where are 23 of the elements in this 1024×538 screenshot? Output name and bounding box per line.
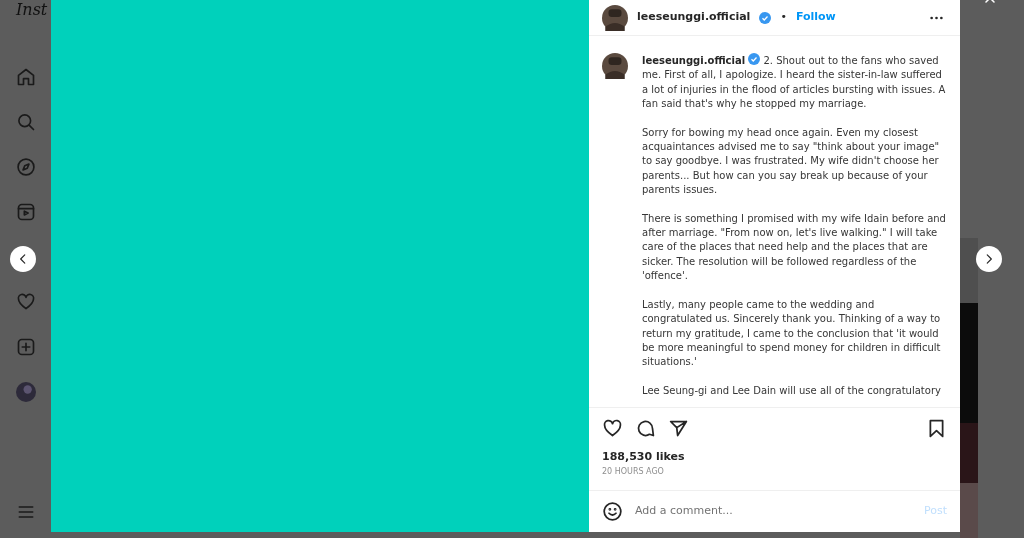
post-time: 20 HOURS AGO bbox=[602, 466, 665, 478]
heart-icon[interactable] bbox=[602, 417, 623, 439]
previous-button[interactable] bbox=[10, 246, 36, 272]
caption-text: Lee Seung-gi and Lee Dain will use all of the congratulatory bbox=[642, 383, 942, 398]
add-icon[interactable] bbox=[15, 337, 36, 357]
search-icon[interactable] bbox=[15, 112, 36, 132]
caption-text: leeseunggi.official 2. Shout out to the fans who saved me. First of all, I apologize. I heard the sister-in-law suffered a lot of injuries in the flood of articles bursting with issues. A fan said that's why he stopped my marriage. bbox=[642, 53, 947, 112]
caption-text: Lastly, many people came to the wedding and congratulated us. Sincerely thank you. Thinking of a way to return my gratitude, I came to the conclusion that 'it would be more meaningful to spend money for children in difficult situations.' bbox=[642, 297, 942, 370]
username[interactable]: leeseunggi.official bbox=[642, 55, 746, 66]
emoji-icon[interactable] bbox=[602, 501, 623, 522]
comment-field[interactable]: Add a comment... bbox=[635, 503, 912, 520]
username[interactable]: leeseunggi.official bbox=[637, 9, 751, 26]
like-count[interactable]: 188,530 likes bbox=[602, 448, 947, 465]
compass-icon[interactable] bbox=[15, 157, 36, 177]
video-icon[interactable] bbox=[15, 202, 36, 222]
avatar-icon[interactable] bbox=[602, 4, 628, 31]
avatar-icon[interactable] bbox=[602, 53, 628, 79]
caption-text: There is something I promised with my wife Idain before and after marriage. "From now on, let's live walking." I will take care of the places that need help and the places that are sicker. The resolution will be followed regardless of the 'offence'. bbox=[642, 211, 947, 284]
home-icon[interactable] bbox=[15, 67, 36, 87]
more-icon[interactable] bbox=[930, 15, 943, 20]
next-button[interactable] bbox=[976, 246, 1002, 272]
caption-text: Sorry for bowing my head once again. Even my closest acquaintances advised me to say "think about your image" to say goodbye. I was frustrated. My wife didn't choose her parents... But how can you say break up because of your parents issues. bbox=[642, 125, 941, 198]
separator-dot: • bbox=[780, 9, 787, 26]
